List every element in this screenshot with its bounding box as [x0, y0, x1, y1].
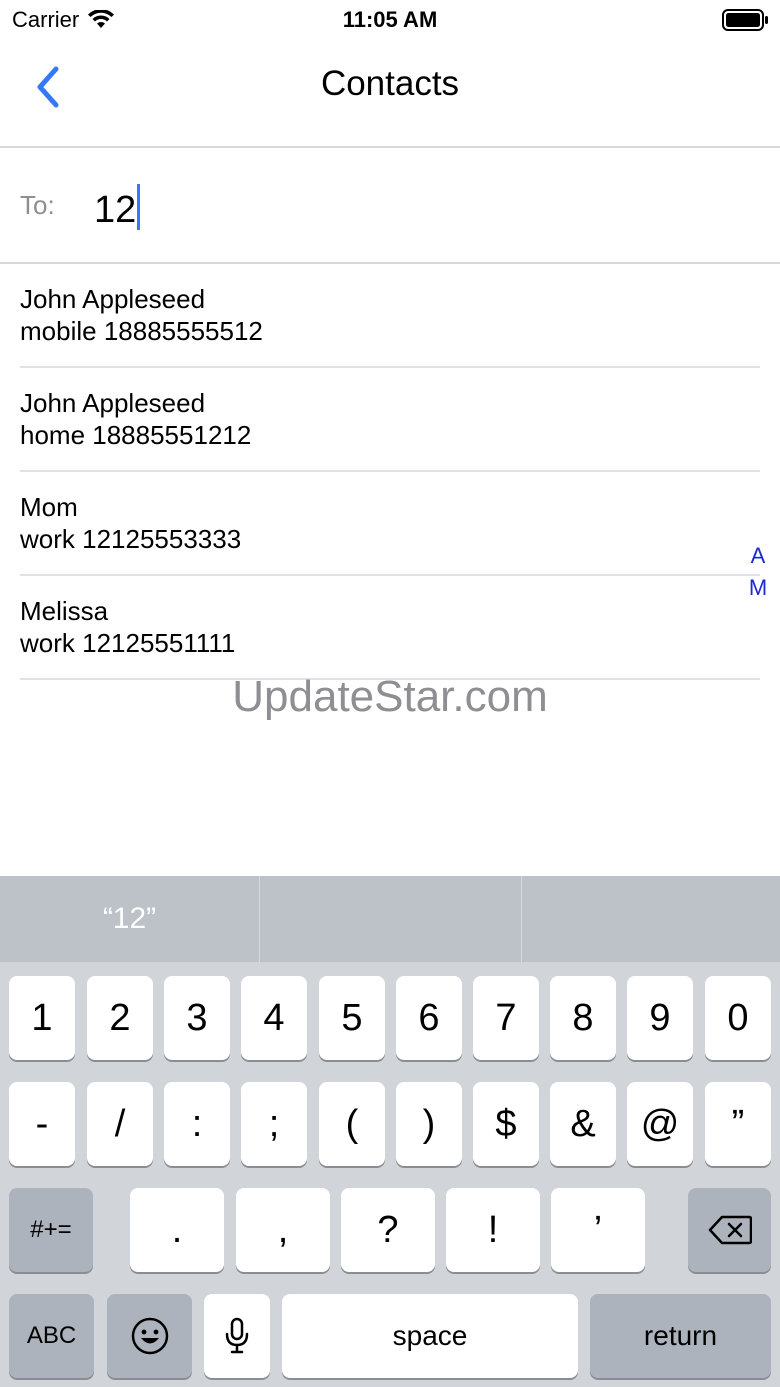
- key-5[interactable]: 5: [319, 976, 385, 1060]
- recipient-input[interactable]: 12: [94, 184, 141, 232]
- status-bar: Carrier 11:05 AM: [0, 0, 780, 40]
- key-0[interactable]: 0: [705, 976, 771, 1060]
- key-abc[interactable]: ABC: [9, 1294, 94, 1378]
- key-8[interactable]: 8: [550, 976, 616, 1060]
- navigation-bar: Contacts: [0, 40, 780, 148]
- contact-name: John Appleseed: [20, 284, 206, 314]
- contact-detail: home 18885551212: [20, 420, 252, 450]
- key-9[interactable]: 9: [627, 976, 693, 1060]
- space-key[interactable]: space: [282, 1294, 578, 1378]
- key-apostrophe[interactable]: ’: [551, 1188, 645, 1272]
- key-more-symbols[interactable]: #+=: [9, 1188, 93, 1272]
- emoji-button[interactable]: [107, 1294, 192, 1378]
- contact-name: John Appleseed: [20, 388, 206, 418]
- delete-backspace-icon: [708, 1215, 752, 1245]
- text-caret: [137, 184, 141, 230]
- page-title: Contacts: [320, 64, 460, 103]
- recipient-row: To: 12: [0, 150, 780, 264]
- contact-name: Melissa: [20, 596, 109, 626]
- list-item[interactable]: Mom work 12125553333: [20, 472, 760, 576]
- key-slash[interactable]: /: [87, 1082, 153, 1166]
- emoji-icon: [131, 1317, 168, 1355]
- return-key[interactable]: return: [590, 1294, 771, 1378]
- key-semicolon[interactable]: ;: [241, 1082, 307, 1166]
- contact-detail: work 12125551111: [20, 628, 236, 658]
- contact-detail: work 12125553333: [20, 524, 242, 554]
- keyboard: “12” 1 2 3 4 5 6 7 8 9 0 - / : ; ( ) $ &…: [0, 876, 780, 1387]
- contact-detail: mobile 18885555512: [20, 316, 263, 346]
- key-7[interactable]: 7: [473, 976, 539, 1060]
- key-quote[interactable]: ”: [705, 1082, 771, 1166]
- key-ampersand[interactable]: &: [550, 1082, 616, 1166]
- suggestion-3[interactable]: [522, 876, 780, 962]
- key-colon[interactable]: :: [164, 1082, 230, 1166]
- suggestion-1[interactable]: “12”: [0, 876, 259, 962]
- key-period[interactable]: .: [130, 1188, 224, 1272]
- status-time: 11:05 AM: [342, 7, 438, 32]
- key-dollar[interactable]: $: [473, 1082, 539, 1166]
- suggestion-bar: “12”: [0, 876, 780, 962]
- to-label: To:: [20, 190, 55, 220]
- recipient-value: 12: [94, 189, 137, 231]
- microphone-icon: [225, 1317, 249, 1354]
- list-item[interactable]: John Appleseed home 18885551212: [20, 368, 760, 472]
- key-open-paren[interactable]: (: [319, 1082, 385, 1166]
- section-index-a[interactable]: A: [746, 540, 770, 572]
- contact-results-list: John Appleseed mobile 18885555512 John A…: [0, 264, 780, 680]
- key-hyphen[interactable]: -: [9, 1082, 75, 1166]
- key-close-paren[interactable]: ): [396, 1082, 462, 1166]
- key-4[interactable]: 4: [241, 976, 307, 1060]
- section-index: A M: [746, 540, 770, 604]
- contact-name: Mom: [20, 492, 78, 522]
- key-exclamation[interactable]: !: [446, 1188, 540, 1272]
- watermark: UpdateStar.com: [232, 672, 548, 721]
- dictation-button[interactable]: [204, 1294, 270, 1378]
- key-3[interactable]: 3: [164, 976, 230, 1060]
- key-6[interactable]: 6: [396, 976, 462, 1060]
- suggestion-2[interactable]: [260, 876, 521, 962]
- section-index-m[interactable]: M: [746, 572, 770, 604]
- battery-icon: [722, 9, 768, 31]
- list-item[interactable]: Melissa work 12125551111: [20, 576, 760, 680]
- key-at[interactable]: @: [627, 1082, 693, 1166]
- key-comma[interactable]: ,: [236, 1188, 330, 1272]
- list-item[interactable]: John Appleseed mobile 18885555512: [20, 264, 760, 368]
- delete-button[interactable]: [688, 1188, 771, 1272]
- key-1[interactable]: 1: [9, 976, 75, 1060]
- key-2[interactable]: 2: [87, 976, 153, 1060]
- key-question[interactable]: ?: [341, 1188, 435, 1272]
